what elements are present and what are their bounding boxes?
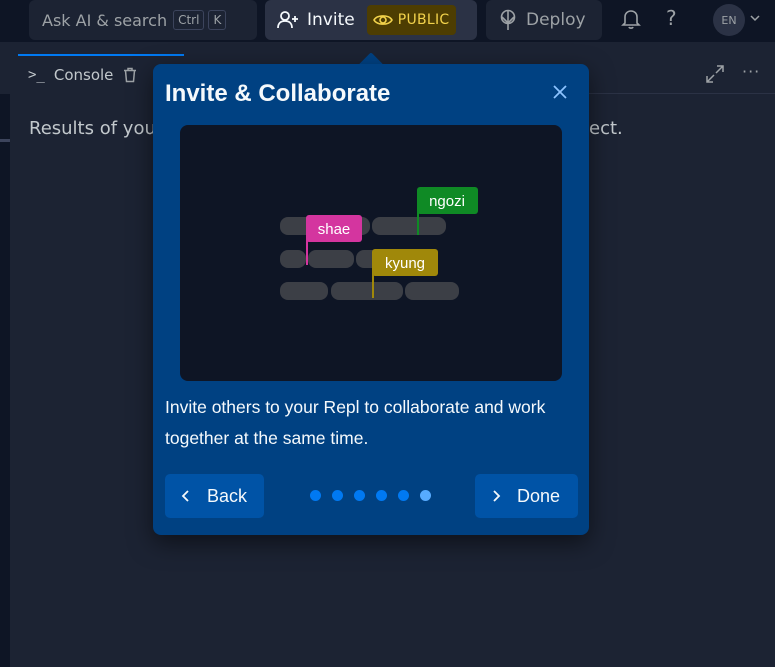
resize-handle[interactable]	[0, 139, 10, 142]
step-dot[interactable]	[376, 490, 387, 501]
close-icon[interactable]	[550, 82, 570, 102]
trash-icon[interactable]	[123, 67, 137, 83]
chevron-left-icon	[181, 490, 189, 502]
search-placeholder: Ask AI & search	[42, 10, 168, 30]
onboarding-popover: Invite & Collaborate shae ngozi kyung In…	[153, 64, 589, 535]
collaboration-graphic: shae ngozi kyung	[280, 187, 478, 300]
popover-description: Invite others to your Repl to collaborat…	[165, 397, 546, 448]
public-label: PUBLIC	[397, 12, 450, 28]
code-line	[405, 282, 459, 300]
code-line	[280, 250, 306, 268]
bell-icon[interactable]	[620, 8, 642, 30]
left-strip	[0, 94, 10, 667]
popover-title: Invite & Collaborate	[165, 80, 391, 107]
step-dot[interactable]	[310, 490, 321, 501]
code-line	[280, 282, 328, 300]
step-dot-active[interactable]	[420, 490, 431, 501]
collaboration-illustration: shae ngozi kyung	[180, 125, 562, 381]
back-label: Back	[207, 485, 248, 506]
deploy-label: Deploy	[526, 10, 586, 30]
console-text-right: ject.	[584, 118, 623, 139]
done-label: Done	[517, 485, 561, 506]
shortcut-ctrl-key: Ctrl	[173, 10, 205, 30]
avatar-initials: EN	[721, 13, 737, 27]
help-icon[interactable]: ?	[666, 6, 677, 30]
cursor-label-ngozi: ngozi	[429, 193, 465, 210]
chevron-right-icon	[493, 490, 501, 502]
console-prompt-icon: >_	[28, 67, 45, 83]
invite-button[interactable]: Invite PUBLIC	[265, 0, 477, 40]
chevron-down-icon[interactable]	[750, 14, 760, 22]
step-dot[interactable]	[398, 490, 409, 501]
step-indicator	[310, 490, 431, 501]
code-line	[331, 282, 403, 300]
done-button[interactable]: Done	[475, 474, 578, 518]
step-dot[interactable]	[354, 490, 365, 501]
back-button[interactable]: Back	[165, 474, 264, 518]
public-badge[interactable]: PUBLIC	[366, 5, 456, 35]
deploy-icon	[500, 9, 516, 30]
cursor-label-shae: shae	[318, 221, 351, 238]
shortcut-k-key: K	[208, 10, 227, 30]
cursor-label-kyung: kyung	[385, 255, 425, 272]
top-bar: Ask AI & search Ctrl K Invite PUBLIC Dep…	[0, 0, 775, 42]
console-tab-label: Console	[53, 66, 114, 84]
step-dot[interactable]	[332, 490, 343, 501]
code-line	[308, 250, 354, 268]
eye-icon	[372, 15, 393, 25]
console-text-left: Results of your	[29, 118, 164, 139]
expand-icon[interactable]	[706, 65, 724, 83]
avatar[interactable]: EN	[713, 4, 745, 36]
add-user-icon	[277, 11, 298, 29]
code-line	[372, 217, 446, 235]
invite-label: Invite	[307, 10, 355, 30]
more-options-icon[interactable]: ···	[742, 62, 760, 81]
search-bar[interactable]: Ask AI & search Ctrl K	[29, 0, 257, 40]
deploy-button[interactable]: Deploy	[486, 0, 602, 40]
